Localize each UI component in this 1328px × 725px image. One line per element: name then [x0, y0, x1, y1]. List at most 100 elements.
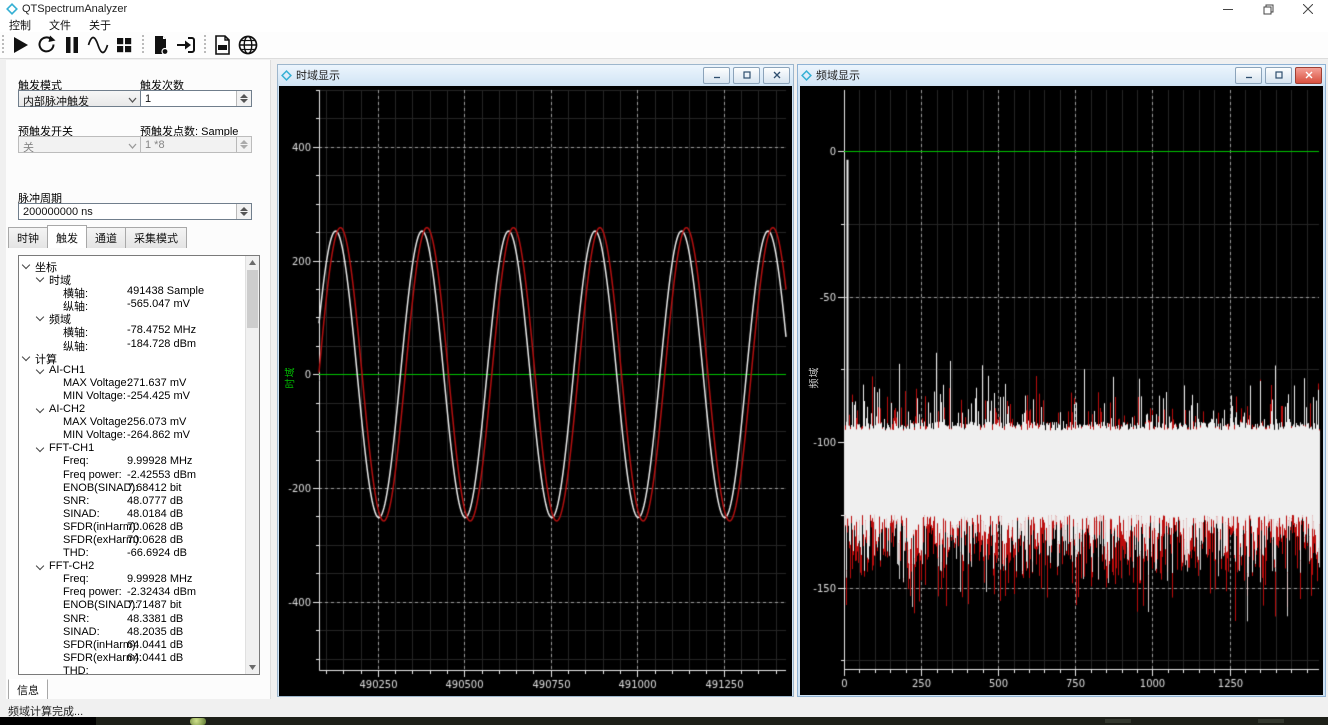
time-plot-area[interactable]: 时域	[279, 86, 792, 695]
pause-button[interactable]	[60, 33, 84, 57]
tree-row[interactable]: Freq:9.99928 MHz	[19, 455, 246, 468]
tree-value: 70.0628 dB	[127, 521, 183, 533]
tree-row[interactable]: FFT-CH2	[19, 560, 246, 573]
chevron-down-icon	[127, 94, 138, 108]
scroll-down-button[interactable]	[246, 661, 259, 674]
export-arrow-button[interactable]	[174, 33, 198, 57]
maximize-button[interactable]	[1265, 67, 1292, 84]
minimize-button[interactable]	[1235, 67, 1262, 84]
pdf-doc-icon	[211, 34, 233, 56]
tree-row[interactable]: Freq power:-2.42553 dBm	[19, 469, 246, 482]
os-taskbar[interactable]	[0, 717, 1328, 725]
tree-label: SINAD:	[63, 626, 100, 638]
expander-icon[interactable]	[36, 366, 44, 374]
export-doc-button[interactable]	[148, 33, 172, 57]
spin-buttons[interactable]	[236, 137, 251, 152]
channel-grid-button[interactable]	[112, 33, 136, 57]
tree-row[interactable]: 横轴:-78.4752 MHz	[19, 324, 246, 337]
tree-row[interactable]: SFDR(inHarm):64.0441 dB	[19, 639, 246, 652]
close-button[interactable]	[763, 67, 790, 84]
spin-buttons[interactable]	[236, 204, 251, 219]
restore-button[interactable]	[1248, 0, 1288, 18]
pretrigger-points-spinbox[interactable]: 1 *8	[140, 136, 252, 153]
tab-3[interactable]: 通道	[86, 227, 126, 248]
minimize-button[interactable]	[703, 67, 730, 84]
tree-row[interactable]: SFDR(exHarm):64.0441 dB	[19, 652, 246, 665]
toolbar-grip[interactable]	[2, 35, 5, 55]
play-button[interactable]	[8, 33, 32, 57]
tree-row[interactable]: 坐标	[19, 259, 246, 272]
tab-2[interactable]: 触发	[47, 225, 87, 248]
menu-item-1[interactable]: 控制	[0, 17, 40, 33]
tree-row[interactable]: FFT-CH1	[19, 442, 246, 455]
pdf-doc-button[interactable]	[210, 33, 234, 57]
tree-row[interactable]: SFDR(inHarm):70.0628 dB	[19, 521, 246, 534]
tree-row[interactable]: AI-CH1	[19, 364, 246, 377]
toolbar-grip[interactable]	[204, 35, 207, 55]
tree-row[interactable]: MIN Voltage:-264.862 mV	[19, 429, 246, 442]
expander-icon[interactable]	[36, 405, 44, 413]
freq-domain-chart[interactable]	[800, 86, 1323, 695]
menu-item-3[interactable]: 关于	[80, 17, 120, 33]
tab-4[interactable]: 采集模式	[125, 227, 187, 248]
tree-row[interactable]: SNR:48.0777 dB	[19, 495, 246, 508]
tree-row[interactable]: SFDR(exHarm):70.0628 dB	[19, 534, 246, 547]
tree-row[interactable]: ENOB(SINAD):7.71487 bit	[19, 599, 246, 612]
tree-row[interactable]: Freq:9.99928 MHz	[19, 573, 246, 586]
expander-icon[interactable]	[36, 274, 44, 282]
time-window-titlebar[interactable]: 时域显示	[278, 65, 793, 85]
trigger-mode-select[interactable]: 内部脉冲触发	[18, 90, 141, 107]
freq-window-titlebar[interactable]: 频域显示	[798, 65, 1325, 85]
tree-label: AI-CH2	[49, 403, 85, 415]
tree-row[interactable]: MAX Voltage:271.637 mV	[19, 377, 246, 390]
tree-value: 256.073 mV	[127, 416, 186, 428]
trigger-count-spinbox[interactable]: 1	[140, 90, 252, 107]
expander-icon[interactable]	[22, 352, 30, 360]
tree-row[interactable]: SINAD:48.2035 dB	[19, 626, 246, 639]
tree-row[interactable]: ENOB(SINAD):7.68412 bit	[19, 482, 246, 495]
pulse-period-spinbox[interactable]: 200000000 ns	[18, 203, 252, 220]
tree-label: SNR:	[63, 613, 89, 625]
tree-value: -264.862 mV	[127, 429, 190, 441]
tree-row[interactable]: 横轴:491438 Sample	[19, 285, 246, 298]
close-button[interactable]	[1288, 0, 1328, 18]
tree-row[interactable]: 时域	[19, 272, 246, 285]
tree-row[interactable]: MIN Voltage:-254.425 mV	[19, 390, 246, 403]
loop-button[interactable]	[34, 33, 58, 57]
expander-icon[interactable]	[36, 313, 44, 321]
tree-row[interactable]: 纵轴:-565.047 mV	[19, 298, 246, 311]
time-domain-chart[interactable]	[279, 86, 792, 696]
toolbar	[0, 32, 1328, 59]
scroll-up-button[interactable]	[246, 256, 259, 269]
tree-label: Freq power:	[63, 586, 122, 598]
measurement-tree[interactable]: 坐标时域横轴:491438 Sample纵轴:-565.047 mV频域横轴:-…	[18, 255, 260, 675]
tree-row[interactable]: AI-CH2	[19, 403, 246, 416]
maximize-button[interactable]	[733, 67, 760, 84]
close-button[interactable]	[1295, 67, 1322, 84]
expander-icon[interactable]	[36, 562, 44, 570]
sine-wave-icon	[87, 34, 109, 56]
tree-row[interactable]: THD:	[19, 665, 246, 674]
spin-buttons[interactable]	[236, 91, 251, 106]
tree-row[interactable]: 计算	[19, 351, 246, 364]
menu-item-2[interactable]: 文件	[40, 17, 80, 33]
tree-row[interactable]: SNR:48.3381 dB	[19, 613, 246, 626]
minimize-button[interactable]	[1208, 0, 1248, 18]
tree-row[interactable]: 纵轴:-184.728 dBm	[19, 338, 246, 351]
globe-button[interactable]	[236, 33, 260, 57]
tab-1[interactable]: 时钟	[8, 227, 48, 248]
expander-icon[interactable]	[22, 261, 30, 269]
tree-row[interactable]: 频域	[19, 311, 246, 324]
tree-row[interactable]: THD:-66.6924 dB	[19, 547, 246, 560]
expander-icon[interactable]	[36, 444, 44, 452]
scrollbar-thumb[interactable]	[247, 270, 258, 328]
tree-scrollbar[interactable]	[245, 256, 259, 674]
freq-plot-area[interactable]: 频域	[800, 86, 1323, 694]
taskbar-app-icon[interactable]	[190, 718, 206, 725]
sine-wave-button[interactable]	[86, 33, 110, 57]
tree-row[interactable]: MAX Voltage:256.073 mV	[19, 416, 246, 429]
tree-row[interactable]: SINAD:48.0184 dB	[19, 508, 246, 521]
toolbar-grip[interactable]	[142, 35, 145, 55]
pretrigger-switch-select[interactable]: 关	[18, 136, 141, 153]
tree-row[interactable]: Freq power:-2.32434 dBm	[19, 586, 246, 599]
